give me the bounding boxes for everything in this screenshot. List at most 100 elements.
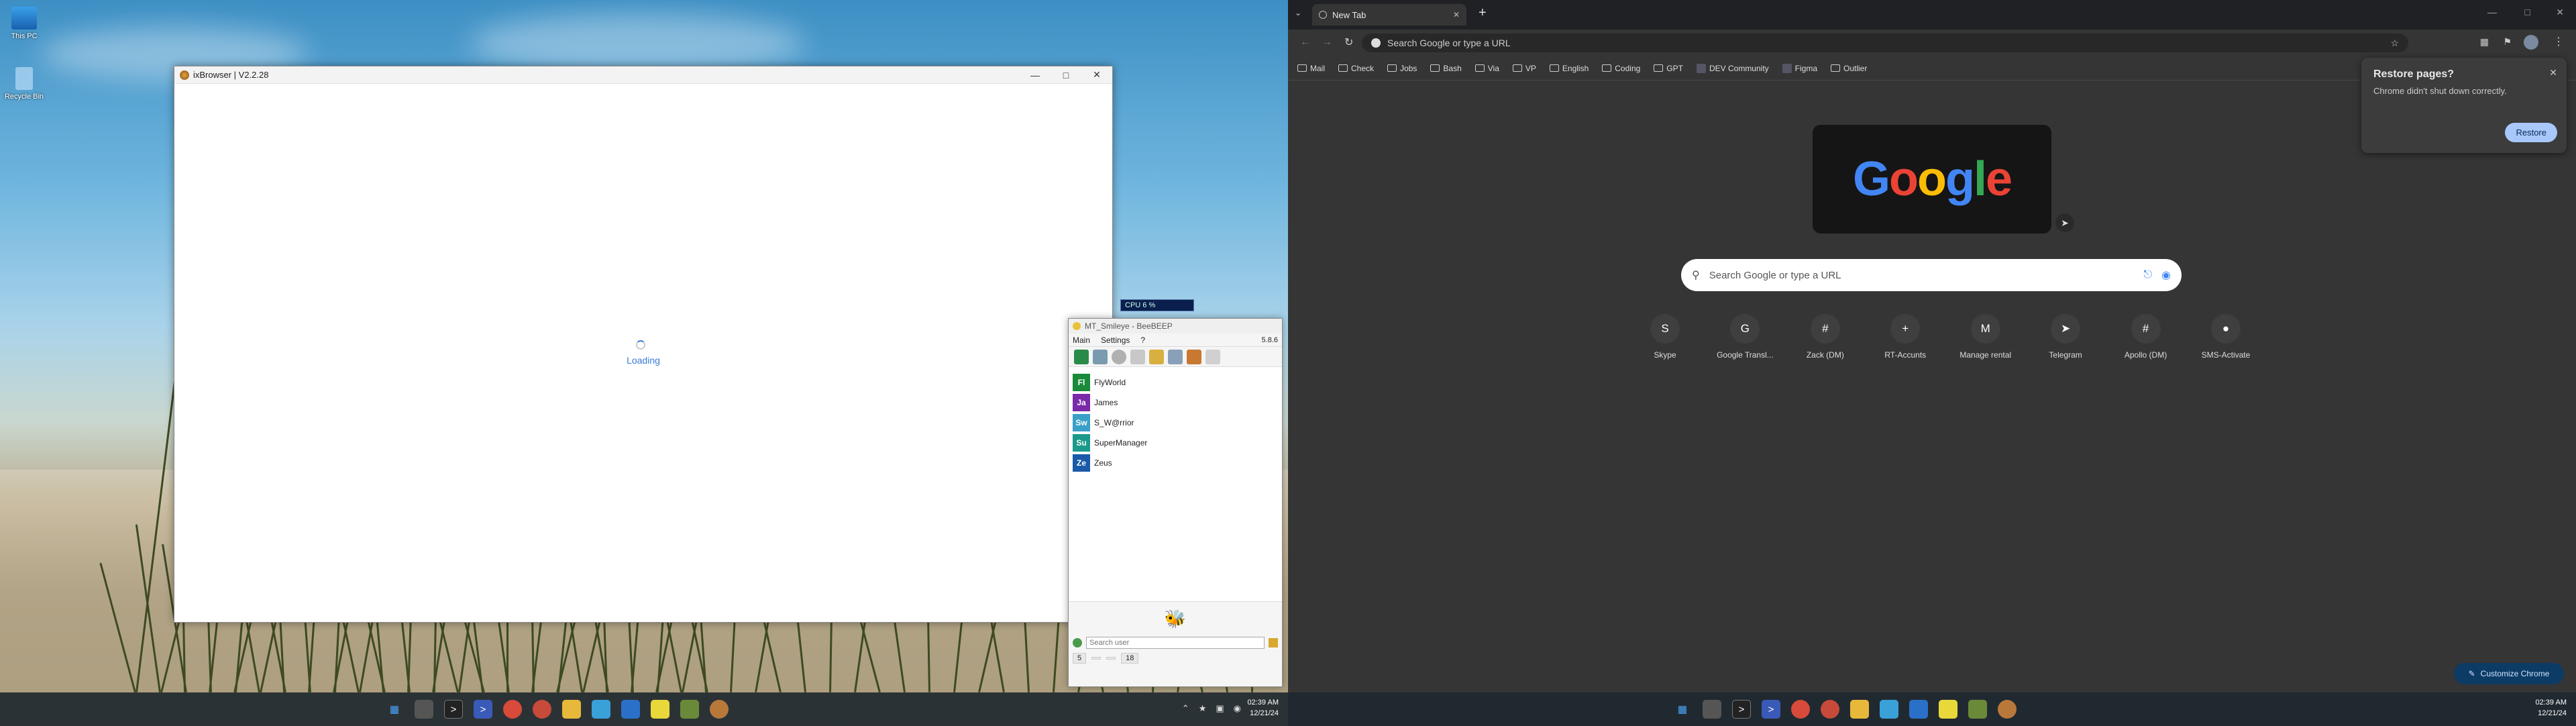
file-explorer-icon[interactable] (415, 700, 433, 719)
back-icon[interactable]: ← (1300, 36, 1311, 48)
desktop-icon-this-pc[interactable]: This PC (4, 7, 44, 40)
ixbrowser-titlebar[interactable]: ixBrowser | V2.2.28 — □ ✕ (174, 66, 1112, 84)
forward-icon[interactable]: → (1322, 36, 1332, 48)
status-item-3[interactable] (1106, 657, 1116, 660)
bookmark-gpt[interactable]: GPT (1654, 64, 1683, 73)
ixbrowser-icon[interactable] (1998, 700, 2017, 719)
user-list-item[interactable]: Ja James (1069, 393, 1282, 413)
menu-main[interactable]: Main (1073, 335, 1090, 345)
ixbrowser-icon[interactable] (710, 700, 729, 719)
bookmark-check[interactable]: Check (1338, 64, 1374, 73)
maximize-button[interactable]: □ (1051, 70, 1081, 81)
sticky-notes-icon[interactable] (1939, 700, 1957, 719)
beebeep-icon[interactable] (680, 700, 699, 719)
shortcut-tile[interactable]: S Skype (1630, 314, 1700, 360)
tab-new-tab[interactable]: New Tab ✕ (1312, 4, 1466, 25)
user-list-item[interactable]: Ze Zeus (1069, 453, 1282, 473)
user-list-item[interactable]: Sw S_W@rrior (1069, 413, 1282, 433)
bookmark-outlier[interactable]: Outlier (1831, 64, 1867, 73)
new-tab-button[interactable]: + (1479, 5, 1487, 21)
store-icon[interactable] (1880, 700, 1898, 719)
clear-search-icon[interactable] (1269, 638, 1278, 647)
reload-icon[interactable]: ↻ (1344, 36, 1353, 49)
voice-search-icon[interactable]: ⎋ (2143, 269, 2152, 281)
powershell-icon[interactable]: > (474, 700, 492, 719)
omnibox[interactable]: Search Google or type a URL ☆ (1362, 34, 2408, 52)
minimize-button[interactable]: — (2487, 7, 2497, 17)
shortcut-tile[interactable]: # Apollo (DM) (2111, 314, 2181, 360)
customize-chrome-button[interactable]: ✎ Customize Chrome (2454, 663, 2564, 684)
status-item-4[interactable]: 18 (1121, 653, 1139, 664)
shortcut-tile[interactable]: M Manage rental (1951, 314, 2021, 360)
online-count[interactable]: 5 (1073, 653, 1087, 664)
terminal-icon[interactable]: > (1732, 700, 1751, 719)
google-doodle[interactable]: Google (1813, 125, 2051, 234)
chrome-icon[interactable] (503, 700, 522, 719)
folder-icon[interactable] (562, 700, 581, 719)
pencil-icon[interactable] (1149, 349, 1164, 364)
lens-icon[interactable]: ◉ (2161, 268, 2171, 282)
bookmark-via[interactable]: Via (1474, 64, 1499, 73)
folder-icon[interactable] (1850, 700, 1869, 719)
bookmark-star-icon[interactable]: ☆ (2390, 38, 2399, 49)
user-avatar: Su (1073, 434, 1090, 452)
user-list-item[interactable]: Su SuperManager (1069, 433, 1282, 453)
users-icon[interactable] (1093, 349, 1108, 364)
sticky-notes-icon[interactable] (651, 700, 669, 719)
close-button[interactable]: ✕ (2556, 7, 2564, 18)
tab-search-icon[interactable]: ⌄ (1295, 8, 1301, 17)
bookmark-figma[interactable]: Figma (1782, 63, 1817, 73)
shortcut-tile[interactable]: # Zack (DM) (1790, 314, 1860, 360)
beebeep-icon[interactable] (1968, 700, 1987, 719)
profile-avatar[interactable] (2524, 35, 2538, 50)
document-icon[interactable] (1130, 349, 1145, 364)
terminal-icon[interactable]: > (444, 700, 463, 719)
shortcut-tile[interactable]: + RT-Accunts (1870, 314, 1940, 360)
minimize-button[interactable]: — (1020, 70, 1051, 81)
vscode-icon[interactable] (1909, 700, 1928, 719)
bookmark-dev-community[interactable]: DEV Community (1696, 63, 1769, 73)
restore-button[interactable]: Restore (2505, 123, 2557, 142)
bookmark-english[interactable]: English (1549, 64, 1589, 73)
search-user-input[interactable] (1086, 637, 1265, 649)
clock[interactable]: 02:39 AM 12/21/24 (2536, 697, 2567, 719)
bookmark-bash[interactable]: Bash (1430, 64, 1462, 73)
status-icon[interactable] (1074, 349, 1089, 364)
chrome-profile-icon[interactable] (1821, 700, 1839, 719)
bookmark-mail[interactable]: Mail (1297, 64, 1325, 73)
bookmark-jobs[interactable]: Jobs (1387, 64, 1417, 73)
file-explorer-icon[interactable] (1703, 700, 1721, 719)
beebeep-titlebar[interactable]: MT_Smileye - BeeBEEP (1069, 319, 1282, 333)
chrome-icon[interactable] (1791, 700, 1810, 719)
extension-icon[interactable]: ▦ (2480, 36, 2489, 48)
google-search-box[interactable]: ⚲ Search Google or type a URL ⎋ ◉ (1681, 259, 2182, 291)
bookmark-vp[interactable]: VP (1512, 64, 1536, 73)
extensions-puzzle-icon[interactable]: ⚑ (2503, 36, 2512, 48)
maximize-button[interactable]: □ (2525, 7, 2530, 17)
close-dialog-icon[interactable]: ✕ (2549, 67, 2557, 79)
globe-icon[interactable] (1112, 349, 1126, 364)
settings-icon[interactable] (1168, 349, 1183, 364)
shortcut-tile[interactable]: G Google Transl... (1710, 314, 1780, 360)
desktop-icon-recycle-bin[interactable]: Recycle Bin (4, 67, 44, 101)
close-tab-icon[interactable]: ✕ (1453, 10, 1460, 19)
user-list-item[interactable]: Fl FlyWorld (1069, 372, 1282, 393)
shortcut-tile[interactable]: ● SMS-Activate (2191, 314, 2261, 360)
status-item-2[interactable] (1091, 657, 1102, 660)
vscode-icon[interactable] (621, 700, 640, 719)
menu-kebab-icon[interactable]: ⋮ (2553, 35, 2564, 48)
bookmark-coding[interactable]: Coding (1602, 64, 1640, 73)
menu-help[interactable]: ? (1140, 335, 1145, 345)
clipboard-icon[interactable] (1205, 349, 1220, 364)
grass-blade (99, 562, 136, 693)
store-icon[interactable] (592, 700, 610, 719)
shortcut-tile[interactable]: ➤ Telegram (2031, 314, 2100, 360)
start-windows-icon[interactable]: ▦ (385, 700, 404, 719)
share-doodle-icon[interactable]: ➤ (2055, 213, 2074, 232)
close-button[interactable]: ✕ (1081, 69, 1112, 81)
chrome-profile-icon[interactable] (533, 700, 551, 719)
menu-settings[interactable]: Settings (1101, 335, 1130, 345)
powershell-icon[interactable]: > (1762, 700, 1780, 719)
start-windows-icon[interactable]: ▦ (1673, 700, 1692, 719)
group-icon[interactable] (1187, 349, 1201, 364)
